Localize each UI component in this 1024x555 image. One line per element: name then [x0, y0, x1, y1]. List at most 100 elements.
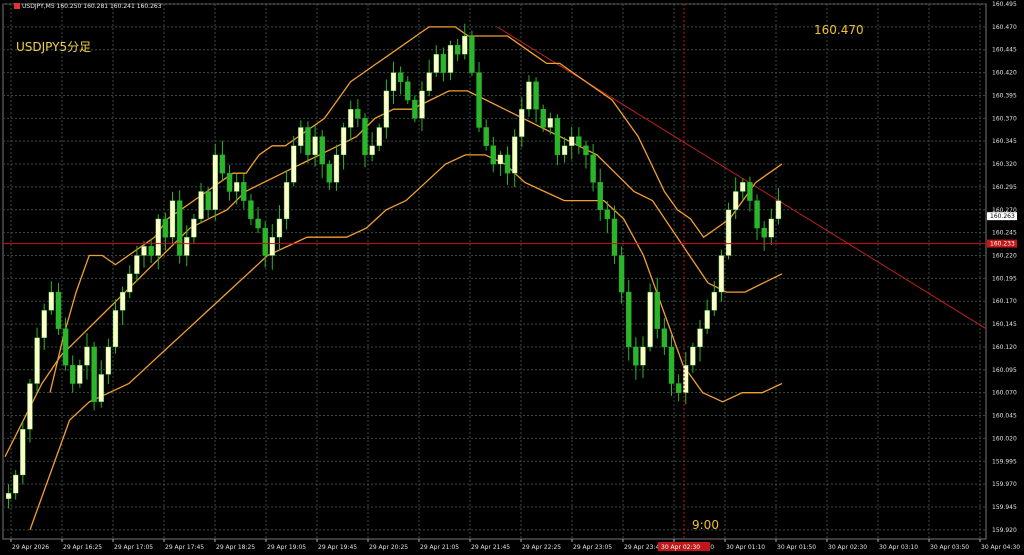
price-tick-label: 160.470 [992, 24, 1017, 31]
price-tick-label: 160.195 [992, 275, 1017, 282]
candle-body [626, 291, 632, 348]
candle-body [226, 172, 233, 192]
candle-body [241, 182, 247, 201]
price-tick-label: 160.020 [992, 435, 1017, 442]
candle-body [233, 182, 240, 192]
candle-body [369, 145, 375, 156]
candle-body [283, 182, 290, 220]
time-tick-label: 29 Apr 17:05 [114, 544, 153, 551]
candle-body [269, 237, 276, 256]
candle-body [476, 72, 482, 128]
price-tick-label: 160.045 [992, 413, 1017, 420]
candle-body [5, 493, 12, 499]
price-tick-label: 160.145 [992, 321, 1017, 328]
symbol-info-text: USDJPY,M5 160.250 160.281 160.241 160.26… [22, 3, 162, 10]
price-tick-label: 160.295 [992, 184, 1017, 191]
symbol-label: USDJPY5分足 [16, 40, 92, 54]
candle-body [319, 136, 325, 165]
time-tick-label: 29 Apr 23:05 [573, 544, 612, 551]
price-tick-label: 160.320 [992, 161, 1017, 168]
candle-body [176, 200, 183, 256]
price-tick-label: 160.070 [992, 390, 1017, 397]
time-tick-label: 29 Apr 17:45 [165, 544, 204, 551]
candle-body [540, 108, 546, 128]
candle-body [668, 346, 675, 384]
candle-body [48, 291, 55, 311]
candle-body [119, 291, 126, 311]
candle-body [34, 337, 40, 384]
candle-body [576, 136, 582, 146]
candle-body [291, 145, 297, 183]
candle-body [255, 218, 261, 229]
candle-body [526, 81, 532, 110]
candle-body [768, 218, 775, 238]
price-tick-label: 160.170 [992, 298, 1017, 305]
candle-body [761, 227, 767, 238]
candle-body [20, 429, 26, 476]
candle-body [362, 118, 368, 156]
candle-body [355, 108, 361, 119]
candle-body [141, 246, 147, 256]
time-tick-label: 30 Apr 03:10 [879, 544, 918, 551]
price-chart[interactable]: 160.495 160.470 160.445 160.420 160.395 160.3… [0, 0, 1024, 555]
candle-body [405, 81, 411, 101]
candle-body [148, 246, 154, 256]
price-tick-label: 160.495 [992, 1, 1017, 8]
candle-body [169, 200, 176, 238]
candle-body [198, 191, 204, 220]
candle-body [697, 328, 703, 348]
candle-body [12, 474, 19, 494]
candle-body [397, 72, 404, 82]
time-tick-label: 30 Apr 03:50 [930, 544, 969, 551]
candle-body [340, 127, 347, 156]
candle-body [62, 328, 69, 366]
price-tick-label: 159.995 [992, 458, 1017, 465]
time-tick-label: 29 Apr 21:45 [471, 544, 510, 551]
crosshair-time-value: 30 Apr 02:30 [661, 544, 700, 551]
price-tick-label: 160.245 [992, 230, 1017, 237]
candle-body [547, 118, 554, 128]
high-price-label: 160.470 [814, 23, 864, 37]
candle-body [41, 310, 47, 339]
candle-body [732, 191, 739, 210]
candle-body [483, 127, 489, 146]
candle-body [84, 346, 90, 366]
time-tick-label: 29 Apr 2026 [12, 544, 49, 551]
candle-body [326, 163, 333, 183]
candle-body [105, 346, 112, 375]
candle-body [618, 255, 625, 293]
time-tick-label: 29 Apr 18:25 [216, 544, 255, 551]
candle-body [469, 35, 475, 73]
candle-body [497, 154, 504, 165]
candle-body [155, 218, 161, 256]
candle-body [561, 145, 568, 156]
candle-body [383, 90, 390, 128]
candle-body [248, 200, 254, 220]
time-tick-label: 29 Apr 22:25 [522, 544, 561, 551]
candle-body [298, 127, 304, 146]
price-tick-label: 160.345 [992, 138, 1017, 145]
candle-body [77, 365, 83, 384]
candle-body [112, 310, 119, 348]
candle-body [675, 383, 682, 393]
price-tick-label: 159.970 [992, 481, 1017, 488]
candle-body [447, 44, 454, 73]
price-tick-label: 160.370 [992, 115, 1017, 122]
candle-body [348, 108, 354, 128]
chart-background [0, 0, 1024, 555]
candle-body [454, 44, 461, 55]
price-tick-label: 160.120 [992, 344, 1017, 351]
time-tick-label: 30 Apr 01:10 [726, 544, 765, 551]
time-tick-label: 29 Apr 19:05 [267, 544, 306, 551]
candle-body [219, 154, 226, 174]
candle-body [262, 227, 268, 256]
candle-body [276, 218, 283, 238]
candle-body [583, 145, 589, 156]
candle-body [661, 328, 668, 348]
candle-body [754, 200, 760, 229]
candle-body [412, 99, 418, 119]
candle-body [718, 255, 725, 293]
candle-body [333, 154, 340, 183]
candle-body [511, 136, 518, 174]
candle-body [91, 346, 97, 403]
